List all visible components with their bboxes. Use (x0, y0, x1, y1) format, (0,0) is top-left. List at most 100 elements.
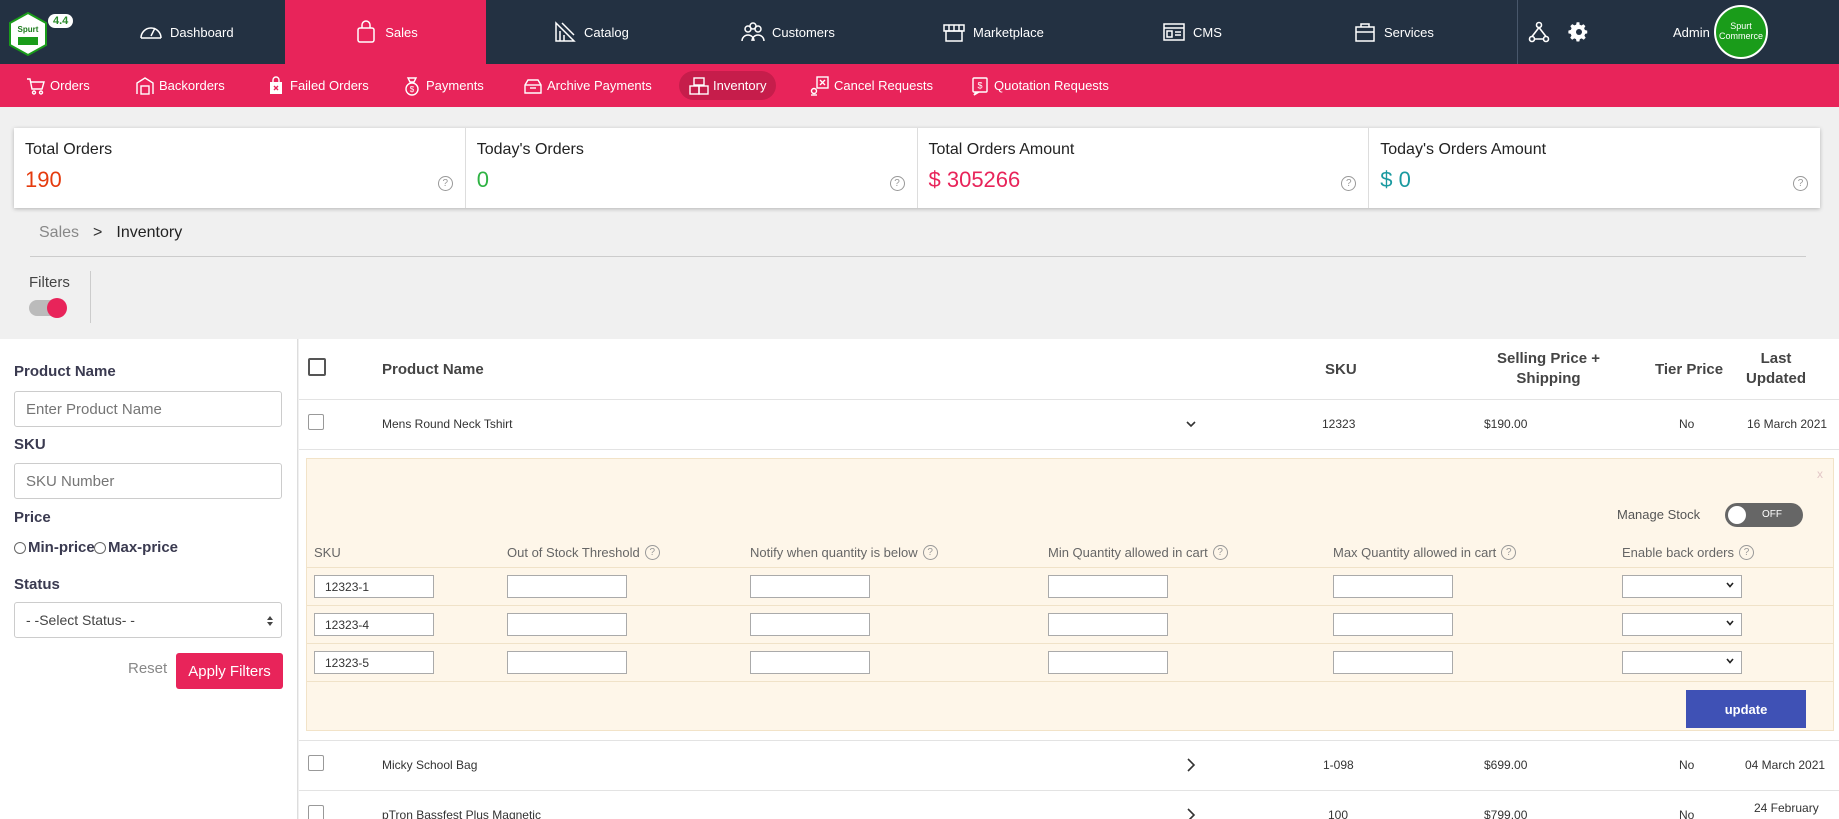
col-sku-label: SKU (314, 545, 341, 560)
help-icon[interactable]: ? (644, 545, 660, 560)
row-tier-price: No (1679, 758, 1695, 772)
subnav-payments-label: Payments (426, 78, 484, 93)
min-qty-input[interactable] (1048, 575, 1168, 598)
min-qty-input[interactable] (1048, 651, 1168, 674)
nav-services[interactable]: Services (1352, 0, 1434, 64)
boxes-icon (689, 76, 709, 95)
manage-stock-toggle[interactable]: OFF (1725, 503, 1803, 527)
filters-toggle[interactable] (29, 298, 67, 318)
manage-stock-label: Manage Stock (1617, 507, 1701, 522)
update-button[interactable]: update (1686, 690, 1806, 728)
nav-customers[interactable]: Customers (740, 0, 835, 64)
col-min-qty-header: Min Quantity allowed in cart? (1048, 545, 1228, 560)
nav-dashboard[interactable]: Dashboard (138, 0, 234, 64)
hierarchy-icon[interactable] (1527, 20, 1551, 44)
nav-cms[interactable]: CMS (1161, 0, 1222, 64)
stat-todays-orders: Today's Orders 0 ? (466, 128, 918, 208)
row-product-name[interactable]: Mens Round Neck Tshirt (382, 417, 513, 431)
subnav-archive-payments[interactable]: Archive Payments (513, 71, 662, 100)
notify-input[interactable] (750, 651, 870, 674)
help-icon[interactable]: ? (437, 176, 453, 191)
max-qty-input[interactable] (1333, 651, 1453, 674)
select-all-checkbox[interactable] (308, 358, 326, 376)
variant-sku-input[interactable]: 12323-1 (314, 575, 434, 598)
nav-sales[interactable]: Sales (285, 0, 486, 64)
sku-input[interactable] (14, 463, 282, 499)
col-min-qty-label: Min Quantity allowed in cart (1048, 545, 1208, 560)
apply-filters-button[interactable]: Apply Filters (176, 653, 283, 689)
breadcrumb-parent[interactable]: Sales (39, 224, 79, 242)
col-threshold-header: Out of Stock Threshold? (507, 545, 660, 560)
threshold-input[interactable] (507, 575, 627, 598)
admin-label[interactable]: Admin (1673, 25, 1710, 40)
max-qty-input[interactable] (1333, 575, 1453, 598)
min-qty-input[interactable] (1048, 613, 1168, 636)
bag-x-icon (270, 75, 282, 94)
product-name-input[interactable] (14, 391, 282, 427)
payment-icon: $ (405, 76, 419, 96)
nav-marketplace-label: Marketplace (973, 24, 1044, 40)
col-max-qty-header: Max Quantity allowed in cart? (1333, 545, 1517, 560)
backorders-select[interactable] (1622, 651, 1742, 674)
filters-divider (90, 271, 91, 323)
spurt-logo[interactable]: Spurt (8, 12, 48, 56)
nav-catalog[interactable]: Catalog (552, 0, 629, 64)
stat-total-orders-amount: Total Orders Amount $ 305266 ? (918, 128, 1370, 208)
subnav-orders-label: Orders (50, 78, 90, 93)
subnav-cancel-requests[interactable]: Cancel Requests (800, 71, 943, 100)
help-icon[interactable]: ? (1739, 545, 1755, 560)
row-last-updated: 04 March 2021 (1745, 758, 1826, 772)
max-price-radio[interactable]: Max-price (94, 539, 178, 556)
row-last-updated: 16 March 2021 (1747, 417, 1828, 431)
chevron-right-icon[interactable] (1184, 807, 1198, 819)
subnav-inventory[interactable]: Inventory (679, 71, 777, 100)
stat-value: $ 305266 (928, 167, 1021, 192)
filters-label: Filters (29, 274, 70, 291)
help-icon[interactable]: ? (889, 176, 905, 191)
max-price-label: Max-price (108, 539, 179, 556)
close-icon[interactable]: x (1817, 467, 1823, 481)
variant-sku-input[interactable]: 12323-4 (314, 613, 434, 636)
nav-cms-label: CMS (1193, 24, 1222, 40)
status-select-value: - -Select Status- - (26, 612, 135, 628)
row-checkbox[interactable] (308, 755, 324, 771)
row-product-name[interactable]: Micky School Bag (382, 758, 477, 772)
variant-sku-input[interactable]: 12323-5 (314, 651, 434, 674)
threshold-input[interactable] (507, 651, 627, 674)
header-price-line2: Shipping (1516, 370, 1581, 387)
row-checkbox[interactable] (308, 414, 324, 430)
nav-marketplace[interactable]: Marketplace (941, 0, 1044, 64)
cms-icon (1163, 23, 1185, 41)
backorders-select[interactable] (1622, 575, 1742, 598)
help-icon[interactable]: ? (1212, 545, 1228, 560)
avatar[interactable]: Spurt Commerce (1714, 5, 1768, 59)
threshold-input[interactable] (507, 613, 627, 636)
min-price-radio[interactable]: Min-price (14, 539, 95, 556)
backorders-select[interactable] (1622, 613, 1742, 636)
cancel-request-icon (810, 75, 829, 96)
subnav-quotation-requests[interactable]: $ Quotation Requests (960, 71, 1119, 100)
header-last-updated: Last Updated (1746, 349, 1806, 389)
row-checkbox[interactable] (308, 805, 324, 819)
subnav-backorders[interactable]: Backorders (125, 71, 235, 100)
subnav-payments[interactable]: $ Payments (392, 71, 494, 100)
chevron-right-icon[interactable] (1184, 757, 1198, 773)
svg-text:$: $ (977, 80, 982, 90)
status-select[interactable]: - -Select Status- - (14, 602, 282, 638)
subnav-orders[interactable]: Orders (16, 71, 100, 100)
row-product-name[interactable]: pTron Bassfest Plus Magnetic (382, 808, 541, 819)
help-icon[interactable]: ? (922, 545, 938, 560)
max-qty-input[interactable] (1333, 613, 1453, 636)
chevron-down-icon[interactable] (1184, 417, 1198, 431)
notify-input[interactable] (750, 575, 870, 598)
help-icon[interactable]: ? (1793, 176, 1808, 191)
product-name-label: Product Name (14, 363, 116, 380)
notify-input[interactable] (750, 613, 870, 636)
help-icon[interactable]: ? (1501, 545, 1517, 560)
reset-button[interactable]: Reset (128, 660, 167, 677)
row-sku: 12323 (1322, 417, 1356, 431)
gear-icon[interactable] (1567, 20, 1591, 44)
subnav-failed-orders[interactable]: Failed Orders (256, 71, 379, 100)
subnav-quotation-requests-label: Quotation Requests (994, 78, 1109, 93)
toggle-knob (47, 298, 67, 318)
